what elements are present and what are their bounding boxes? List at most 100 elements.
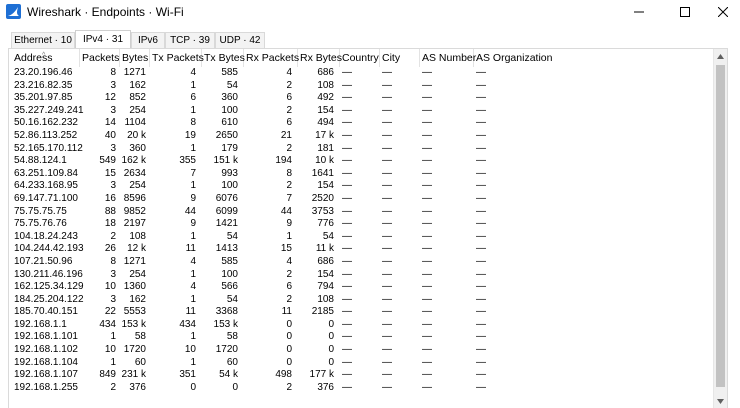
table-row[interactable]: 162.125.34.129 10 1360 4 566 6 794 — — — —	[12, 281, 714, 294]
cell-packets: 2	[110, 381, 116, 393]
minimize-button[interactable]	[622, 0, 656, 23]
wireshark-fin-icon	[6, 4, 21, 19]
cell-city: —	[382, 92, 392, 104]
cell-country: —	[342, 167, 352, 179]
cell-as-organization: —	[476, 369, 486, 381]
scrollbar-thumb[interactable]	[716, 65, 725, 387]
cell-as-number: —	[422, 142, 432, 154]
cell-city: —	[382, 293, 392, 305]
table-row[interactable]: 52.165.170.112 3 360 1 179 2 181 — — — —	[12, 143, 714, 156]
cell-as-number: —	[422, 306, 432, 318]
cell-rx-bytes: 154	[317, 180, 334, 192]
cell-tx-bytes: 610	[221, 117, 238, 129]
table-row[interactable]: 192.168.1.104 1 60 1 60 0 0 — — — —	[12, 357, 714, 370]
cell-tx-bytes: 1421	[215, 218, 238, 230]
table-row[interactable]: 23.20.196.46 8 1271 4 585 4 686 — — — —	[12, 67, 714, 80]
table-row[interactable]: 35.227.249.241 3 254 1 100 2 154 — — — —	[12, 105, 714, 118]
table-row[interactable]: 52.86.113.252 40 20 k 19 2650 21 17 k — — — —	[12, 130, 714, 143]
cell-bytes: 254	[129, 104, 146, 116]
cell-bytes: 5553	[123, 306, 146, 318]
tab-ipv4[interactable]: IPv4 · 31	[75, 30, 131, 49]
cell-packets: 88	[104, 205, 116, 217]
table-row[interactable]: 130.211.46.196 3 254 1 100 2 154 — — — —	[12, 269, 714, 282]
cell-bytes: 153 k	[121, 318, 146, 330]
column-header-address[interactable]: ^ Address	[12, 49, 80, 67]
cell-bytes: 58	[134, 331, 146, 343]
cell-as-organization: —	[476, 92, 486, 104]
cell-packets: 549	[99, 155, 116, 167]
cell-country: —	[342, 142, 352, 154]
cell-rx-packets: 498	[275, 369, 292, 381]
column-header-rx-bytes[interactable]: Rx Bytes	[298, 49, 342, 67]
table-row[interactable]: 192.168.1.102 10 1720 10 1720 0 0 — — — —	[12, 344, 714, 357]
cell-country: —	[342, 79, 352, 91]
column-label: City	[382, 52, 401, 64]
cell-tx-packets: 1	[190, 293, 196, 305]
cell-packets: 3	[110, 104, 116, 116]
cell-country: —	[342, 155, 352, 167]
cell-rx-bytes: 686	[317, 67, 334, 78]
cell-packets: 3	[110, 293, 116, 305]
cell-tx-packets: 1	[190, 230, 196, 242]
column-label: Country	[342, 52, 379, 64]
tab-udp[interactable]: UDP · 42	[215, 32, 265, 48]
cell-rx-packets: 1	[286, 230, 292, 242]
scroll-down-button[interactable]	[714, 394, 727, 408]
tab-tcp[interactable]: TCP · 39	[165, 32, 215, 48]
table-row[interactable]: 35.201.97.85 12 852 6 360 6 492 — — — —	[12, 92, 714, 105]
table-row[interactable]: 75.75.75.75 88 9852 44 6099 44 3753 — — — —	[12, 206, 714, 219]
table-row[interactable]: 184.25.204.122 3 162 1 54 2 108 — — — —	[12, 294, 714, 307]
table-row[interactable]: 192.168.1.255 2 376 0 0 2 376 — — — —	[12, 382, 714, 395]
cell-rx-packets: 6	[286, 117, 292, 129]
column-label: Rx Packets	[246, 52, 300, 64]
cell-address: 75.75.75.75	[14, 205, 67, 217]
cell-country: —	[342, 356, 352, 368]
table-row[interactable]: 185.70.40.151 22 5553 11 3368 11 2185 — — — —	[12, 306, 714, 319]
tab-ethernet[interactable]: Ethernet · 10	[11, 32, 75, 48]
cell-tx-packets: 1	[190, 104, 196, 116]
cell-packets: 12	[104, 92, 116, 104]
table-row[interactable]: 104.18.24.243 2 108 1 54 1 54 — — — —	[12, 231, 714, 244]
table-row[interactable]: 107.21.50.96 8 1271 4 585 4 686 — — — —	[12, 256, 714, 269]
table-row[interactable]: 63.251.109.84 15 2634 7 993 8 1641 — — — —	[12, 168, 714, 181]
table-row[interactable]: 192.168.1.1 434 153 k 434 153 k 0 0 — — — —	[12, 319, 714, 332]
cell-address: 23.216.82.35	[14, 79, 73, 91]
cell-tx-packets: 11	[185, 243, 196, 255]
table-row[interactable]: 54.88.124.1 549 162 k 355 151 k 194 10 k — — — —	[12, 155, 714, 168]
column-header-as-number[interactable]: AS Number	[420, 49, 476, 67]
column-header-bytes[interactable]: Bytes	[120, 49, 150, 67]
scroll-up-button[interactable]	[714, 49, 727, 63]
cell-address: 130.211.46.196	[14, 268, 83, 280]
cell-rx-packets: 2	[286, 293, 292, 305]
column-header-tx-packets[interactable]: Tx Packets	[150, 49, 204, 67]
cell-country: —	[342, 117, 352, 129]
column-header-tx-bytes[interactable]: Tx Bytes	[202, 49, 245, 67]
cell-tx-packets: 1	[190, 142, 196, 154]
column-header-city[interactable]: City	[380, 49, 420, 67]
cell-as-number: —	[422, 381, 432, 393]
chevron-down-icon	[717, 398, 724, 404]
column-header-packets[interactable]: Packets	[80, 49, 120, 67]
minimize-icon	[634, 11, 644, 12]
cell-city: —	[382, 180, 392, 192]
maximize-button[interactable]	[668, 0, 702, 23]
tab-ipv6[interactable]: IPv6	[131, 32, 165, 48]
table-row[interactable]: 50.16.162.232 14 1104 8 610 6 494 — — — —	[12, 117, 714, 130]
cell-tx-bytes: 6076	[215, 192, 238, 204]
cell-tx-packets: 9	[190, 218, 196, 230]
cell-rx-bytes: 492	[317, 92, 334, 104]
column-header-rx-packets[interactable]: Rx Packets	[244, 49, 300, 67]
table-row[interactable]: 104.244.42.193 26 12 k 11 1413 15 11 k — — — —	[12, 243, 714, 256]
table-row[interactable]: 75.75.76.76 18 2197 9 1421 9 776 — — — —	[12, 218, 714, 231]
table-row[interactable]: 69.147.71.100 16 8596 9 6076 7 2520 — — — —	[12, 193, 714, 206]
table-row[interactable]: 23.216.82.35 3 162 1 54 2 108 — — — —	[12, 80, 714, 93]
column-header-as-organization[interactable]: AS Organization	[474, 49, 714, 67]
close-button[interactable]	[706, 0, 740, 23]
vertical-scrollbar[interactable]	[713, 49, 727, 408]
column-header-country[interactable]: Country	[340, 49, 380, 67]
cell-country: —	[342, 243, 352, 255]
table-row[interactable]: 192.168.1.101 1 58 1 58 0 0 — — — —	[12, 331, 714, 344]
table-row[interactable]: 64.233.168.95 3 254 1 100 2 154 — — — —	[12, 180, 714, 193]
cell-rx-packets: 0	[286, 356, 292, 368]
table-row[interactable]: 192.168.1.107 849 231 k 351 54 k 498 177 k — — — —	[12, 369, 714, 382]
